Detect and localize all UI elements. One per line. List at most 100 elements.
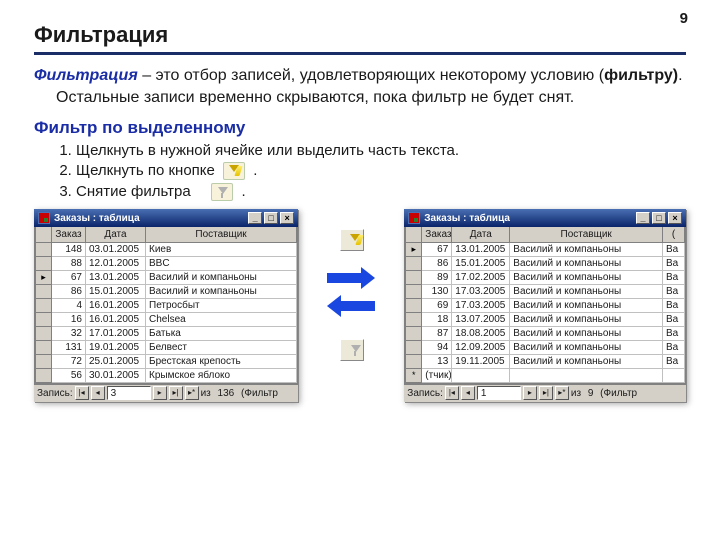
left-titlebar[interactable]: Заказы : таблица _ □ × xyxy=(34,209,298,227)
remove-filter-icon[interactable] xyxy=(211,183,233,201)
cell-id[interactable]: 72 xyxy=(52,354,86,368)
col-extra[interactable]: ( xyxy=(663,227,685,242)
cell-id[interactable]: 88 xyxy=(52,256,86,270)
cell-id[interactable]: 86 xyxy=(422,256,452,270)
cell-id[interactable]: 148 xyxy=(52,242,86,256)
cell-date[interactable]: 18.08.2005 xyxy=(452,326,510,340)
cell-id[interactable]: 67 xyxy=(52,270,86,284)
row-selector[interactable] xyxy=(36,340,52,354)
table-row[interactable]: 5630.01.2005Крымское яблоко xyxy=(36,368,297,382)
cell-supplier[interactable]: Василий и компаньоны xyxy=(146,270,297,284)
row-selector[interactable] xyxy=(406,298,422,312)
row-selector[interactable] xyxy=(36,242,52,256)
row-selector[interactable] xyxy=(36,256,52,270)
record-index[interactable]: 1 xyxy=(477,386,521,400)
table-row[interactable]: 8917.02.2005Василий и компаньоныВа xyxy=(406,270,685,284)
nav-new[interactable]: ▸* xyxy=(185,386,199,400)
cell-id[interactable]: 89 xyxy=(422,270,452,284)
table-row[interactable]: 8615.01.2005Василий и компаньоныВа xyxy=(406,256,685,270)
maximize-button[interactable]: □ xyxy=(652,212,666,224)
cell-date[interactable]: 25.01.2005 xyxy=(86,354,146,368)
cell-id[interactable]: 13 xyxy=(422,354,452,368)
cell-date[interactable]: 15.01.2005 xyxy=(452,256,510,270)
cell-date[interactable]: 17.02.2005 xyxy=(452,270,510,284)
row-selector-new[interactable]: * xyxy=(406,368,422,382)
nav-first[interactable]: |◂ xyxy=(445,386,459,400)
table-row[interactable]: 9412.09.2005Василий и компаньоныВа xyxy=(406,340,685,354)
row-selector[interactable] xyxy=(36,312,52,326)
cell-id[interactable]: 130 xyxy=(422,284,452,298)
close-button[interactable]: × xyxy=(668,212,682,224)
cell-id[interactable]: 86 xyxy=(52,284,86,298)
maximize-button[interactable]: □ xyxy=(264,212,278,224)
cell-date[interactable]: 16.01.2005 xyxy=(86,298,146,312)
table-row[interactable]: ▸6713.01.2005Василий и компаньоныВа xyxy=(406,242,685,256)
cell-supplier[interactable]: Василий и компаньоны xyxy=(510,298,663,312)
nav-next[interactable]: ▸ xyxy=(153,386,167,400)
table-row[interactable]: 14803.01.2005Киев xyxy=(36,242,297,256)
cell-supplier[interactable]: Василий и компаньоны xyxy=(510,340,663,354)
left-table[interactable]: Заказ Дата Поставщик 14803.01.2005Киев88… xyxy=(35,227,297,383)
table-row[interactable]: 7225.01.2005Брестская крепость xyxy=(36,354,297,368)
cell-extra[interactable]: Ва xyxy=(663,284,685,298)
close-button[interactable]: × xyxy=(280,212,294,224)
row-selector[interactable] xyxy=(36,326,52,340)
table-row[interactable]: 416.01.2005Петросбыт xyxy=(36,298,297,312)
cell-id[interactable]: 18 xyxy=(422,312,452,326)
cell-supplier[interactable]: Батька xyxy=(146,326,297,340)
cell-supplier[interactable]: Василий и компаньоны xyxy=(510,270,663,284)
col-id[interactable]: Заказ xyxy=(422,227,452,242)
cell-supplier[interactable]: Василий и компаньоны xyxy=(510,242,663,256)
table-row[interactable]: 1616.01.2005Chelsea xyxy=(36,312,297,326)
cell-supplier[interactable]: Киев xyxy=(146,242,297,256)
cell-id[interactable]: 94 xyxy=(422,340,452,354)
cell-supplier[interactable]: Василий и компаньоны xyxy=(510,284,663,298)
nav-first[interactable]: |◂ xyxy=(75,386,89,400)
cell-date[interactable]: 12.01.2005 xyxy=(86,256,146,270)
cell-extra[interactable] xyxy=(663,368,685,382)
table-row[interactable]: 13017.03.2005Василий и компаньоныВа xyxy=(406,284,685,298)
row-selector[interactable] xyxy=(406,326,422,340)
cell-id[interactable]: 69 xyxy=(422,298,452,312)
table-row[interactable]: 8812.01.2005BBC xyxy=(36,256,297,270)
cell-date[interactable]: 03.01.2005 xyxy=(86,242,146,256)
table-row[interactable]: 1319.11.2005Василий и компаньоныВа xyxy=(406,354,685,368)
row-selector[interactable] xyxy=(406,340,422,354)
cell-id[interactable]: 67 xyxy=(422,242,452,256)
row-selector[interactable] xyxy=(406,270,422,284)
cell-supplier[interactable]: Василий и компаньоны xyxy=(510,256,663,270)
cell-supplier[interactable]: BBC xyxy=(146,256,297,270)
row-selector[interactable] xyxy=(406,354,422,368)
cell-extra[interactable]: Ва xyxy=(663,312,685,326)
cell-date[interactable]: 17.03.2005 xyxy=(452,284,510,298)
remove-filter-button[interactable] xyxy=(340,339,364,361)
cell-extra[interactable]: Ва xyxy=(663,326,685,340)
col-id[interactable]: Заказ xyxy=(52,227,86,242)
cell-supplier[interactable]: Крымское яблоко xyxy=(146,368,297,382)
cell-supplier[interactable]: Петросбыт xyxy=(146,298,297,312)
nav-last[interactable]: ▸| xyxy=(539,386,553,400)
nav-last[interactable]: ▸| xyxy=(169,386,183,400)
minimize-button[interactable]: _ xyxy=(636,212,650,224)
row-selector[interactable] xyxy=(406,312,422,326)
right-table[interactable]: Заказ Дата Поставщик ( ▸6713.01.2005Васи… xyxy=(405,227,685,383)
cell-supplier[interactable]: Василий и компаньоны xyxy=(510,312,663,326)
cell-extra[interactable]: Ва xyxy=(663,340,685,354)
table-row[interactable]: 8615.01.2005Василий и компаньоны xyxy=(36,284,297,298)
cell-date[interactable]: 19.11.2005 xyxy=(452,354,510,368)
col-supplier[interactable]: Поставщик xyxy=(146,227,297,242)
nav-new[interactable]: ▸* xyxy=(555,386,569,400)
cell-extra[interactable]: Ва xyxy=(663,270,685,284)
record-index[interactable]: 3 xyxy=(107,386,151,400)
cell-extra[interactable]: Ва xyxy=(663,256,685,270)
minimize-button[interactable]: _ xyxy=(248,212,262,224)
cell-date[interactable] xyxy=(452,368,510,382)
cell-date[interactable]: 12.09.2005 xyxy=(452,340,510,354)
col-supplier[interactable]: Поставщик xyxy=(510,227,663,242)
cell-id[interactable]: 56 xyxy=(52,368,86,382)
cell-supplier[interactable]: Василий и компаньоны xyxy=(146,284,297,298)
nav-prev[interactable]: ◂ xyxy=(91,386,105,400)
cell-supplier[interactable] xyxy=(510,368,663,382)
cell-date[interactable]: 13.01.2005 xyxy=(452,242,510,256)
right-titlebar[interactable]: Заказы : таблица _ □ × xyxy=(404,209,686,227)
